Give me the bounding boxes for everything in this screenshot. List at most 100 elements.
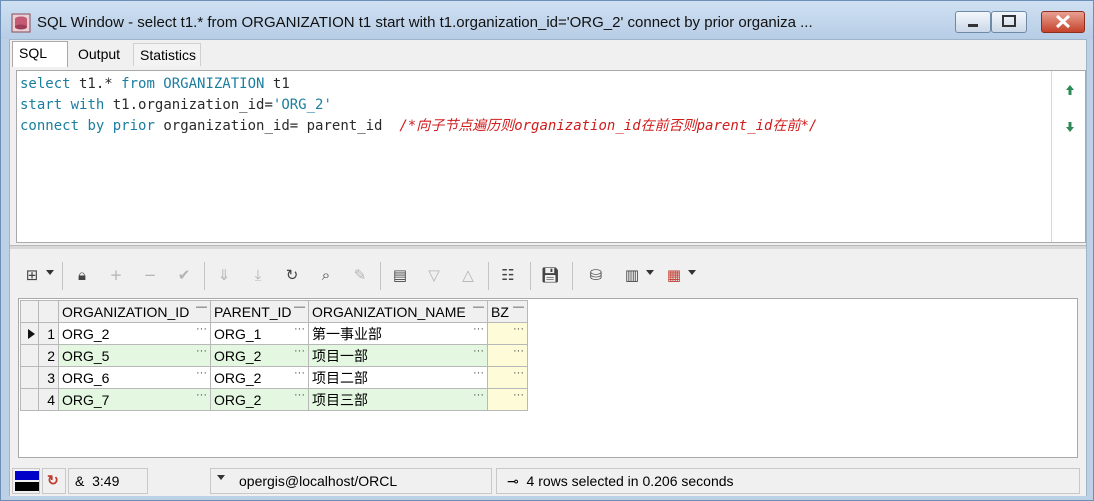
cell-editor-button[interactable]: ··· — [196, 389, 207, 401]
cell-value: ORG_2 — [214, 347, 262, 364]
cell-editor-button[interactable]: ··· — [196, 323, 207, 335]
cell-editor-button[interactable]: ··· — [294, 367, 305, 379]
cell-organization-name[interactable]: 项目三部 ··· — [308, 388, 488, 411]
cell-editor-button[interactable]: ··· — [196, 345, 207, 357]
sql-editor[interactable]: select t1.* from ORGANIZATION t1 start w… — [16, 70, 1086, 243]
table-row[interactable]: 3 ORG_6 ··· ORG_2 ··· 项目二部 ··· ··· — [20, 366, 528, 389]
close-button[interactable] — [1041, 11, 1085, 33]
cell-organization-id[interactable]: ORG_5 ··· — [58, 344, 211, 367]
editor-nav-arrows — [1051, 71, 1085, 242]
cell-value: ORG_2 — [214, 369, 262, 386]
column-menu-icon[interactable]: — — [513, 301, 524, 313]
cell-organization-name[interactable]: 项目二部 ··· — [308, 366, 488, 389]
cell-parent-id[interactable]: ORG_2 ··· — [210, 388, 309, 411]
cell-parent-id[interactable]: ORG_1 ··· — [210, 322, 309, 345]
cell-organization-name[interactable]: 项目一部 ··· — [308, 344, 488, 367]
maximize-button[interactable] — [991, 11, 1027, 33]
cell-bz[interactable]: ··· — [487, 344, 528, 367]
cell-value: 项目三部 — [312, 391, 368, 408]
chevron-down-icon[interactable] — [646, 270, 654, 275]
cell-bz[interactable]: ··· — [487, 366, 528, 389]
chevron-down-icon[interactable] — [217, 475, 225, 480]
fetch-last-icon[interactable]: ⤓ — [248, 264, 268, 286]
execution-status-icon — [15, 471, 39, 491]
minimize-button[interactable] — [955, 11, 991, 33]
column-header-organization-id[interactable]: ORGANIZATION_ID — — [58, 300, 211, 323]
cell-value: ORG_7 — [62, 391, 110, 408]
stop-button[interactable]: ↻ — [42, 468, 66, 494]
cell-editor-button[interactable]: ··· — [513, 389, 524, 401]
result-message-text: 4 rows selected in 0.206 seconds — [526, 473, 734, 489]
cell-editor-button[interactable]: ··· — [294, 389, 305, 401]
cell-organization-name[interactable]: 第一事业部 ··· — [308, 322, 488, 345]
cell-editor-button[interactable]: ··· — [473, 389, 484, 401]
arrow-up-icon[interactable] — [1065, 84, 1075, 96]
column-menu-icon[interactable]: — — [473, 301, 484, 313]
table-row[interactable]: 4 ORG_7 ··· ORG_2 ··· 项目三部 ··· ··· — [20, 388, 528, 411]
chevron-down-icon[interactable] — [46, 270, 54, 275]
query-by-example-icon[interactable]: ▤ — [390, 264, 410, 286]
post-changes-icon[interactable]: ✔ — [174, 264, 194, 286]
cell-parent-id[interactable]: ORG_2 ··· — [210, 366, 309, 389]
cell-editor-button[interactable]: ··· — [294, 345, 305, 357]
column-header-bz[interactable]: BZ — — [487, 300, 528, 323]
sql-code[interactable]: select t1.* from ORGANIZATION t1 start w… — [20, 74, 817, 137]
row-number: 1 — [38, 322, 59, 345]
cell-editor-button[interactable]: ··· — [473, 367, 484, 379]
cell-editor-button[interactable]: ··· — [513, 367, 524, 379]
cell-editor-button[interactable]: ··· — [473, 323, 484, 335]
column-header-parent-id[interactable]: PARENT_ID — — [210, 300, 309, 323]
cell-editor-button[interactable]: ··· — [473, 345, 484, 357]
table-row[interactable]: 1 ORG_2 ··· ORG_1 ··· 第一事业部 ··· ··· — [20, 322, 528, 345]
single-record-view-icon[interactable]: ☷ — [498, 264, 518, 286]
column-menu-icon[interactable]: — — [294, 301, 305, 313]
editor-grid-splitter[interactable] — [10, 245, 1086, 249]
cursor-position: & 3:49 — [68, 468, 148, 494]
code-line-2: start with t1.organization_id='ORG_2' — [20, 97, 332, 113]
column-header-label: PARENT_ID — [214, 303, 292, 320]
tab-output[interactable]: Output — [72, 43, 130, 66]
table-row[interactable]: 2 ORG_5 ··· ORG_2 ··· 项目一部 ··· ··· — [20, 344, 528, 367]
find-icon[interactable]: ⌕ — [316, 264, 336, 286]
cell-organization-id[interactable]: ORG_6 ··· — [58, 366, 211, 389]
save-icon[interactable]: 💾︎ — [540, 264, 560, 286]
arrow-down-icon[interactable] — [1065, 121, 1075, 133]
table-export-icon[interactable]: ▦ — [664, 264, 684, 286]
refresh-icon[interactable]: ↻ — [282, 264, 302, 286]
cell-editor-button[interactable]: ··· — [196, 367, 207, 379]
previous-page-icon[interactable]: △ — [458, 264, 478, 286]
cell-bz[interactable]: ··· — [487, 388, 528, 411]
column-menu-icon[interactable]: — — [196, 301, 207, 313]
cell-editor-button[interactable]: ··· — [513, 345, 524, 357]
cell-bz[interactable]: ··· — [487, 322, 528, 345]
column-header-organization-name[interactable]: ORGANIZATION_NAME — — [308, 300, 488, 323]
string-literal: 'ORG_2' — [272, 97, 332, 113]
chevron-down-icon[interactable] — [688, 270, 696, 275]
cell-organization-id[interactable]: ORG_7 ··· — [58, 388, 211, 411]
cell-editor-button[interactable]: ··· — [513, 323, 524, 335]
cursor-position-value: 3:49 — [92, 473, 120, 489]
cell-value: ORG_1 — [214, 325, 262, 342]
delete-record-icon[interactable]: − — [140, 264, 160, 286]
database-window-icon — [11, 13, 31, 33]
insert-record-icon[interactable]: + — [106, 264, 126, 286]
title-bar[interactable]: SQL Window - select t1.* from ORGANIZATI… — [1, 1, 1093, 39]
lock-icon[interactable]: 🔒︎ — [72, 264, 92, 286]
tab-sql[interactable]: SQL — [12, 41, 68, 67]
next-page-icon[interactable]: ▽ — [424, 264, 444, 286]
amp-symbol: & — [75, 473, 85, 489]
keyword-select: select — [20, 76, 71, 92]
chart-icon[interactable]: ▥ — [622, 264, 642, 286]
cell-editor-button[interactable]: ··· — [294, 323, 305, 335]
clear-icon[interactable]: ✎ — [350, 264, 370, 286]
tab-statistics[interactable]: Statistics — [133, 43, 201, 66]
grid-select-icon[interactable]: ⊞ — [22, 264, 42, 286]
cell-parent-id[interactable]: ORG_2 ··· — [210, 344, 309, 367]
keyword-with: with — [70, 97, 105, 113]
export-icon[interactable]: ⛁ — [586, 264, 606, 286]
result-grid[interactable]: ORGANIZATION_ID — PARENT_ID — ORGANIZATION… — [18, 298, 1078, 458]
code-line-3: connect by prior organization_id= parent… — [20, 118, 817, 134]
fetch-next-icon[interactable]: ⇓ — [214, 264, 234, 286]
cell-organization-id[interactable]: ORG_2 ··· — [58, 322, 211, 345]
connection-selector[interactable]: opergis@localhost/ORCL — [210, 468, 492, 494]
